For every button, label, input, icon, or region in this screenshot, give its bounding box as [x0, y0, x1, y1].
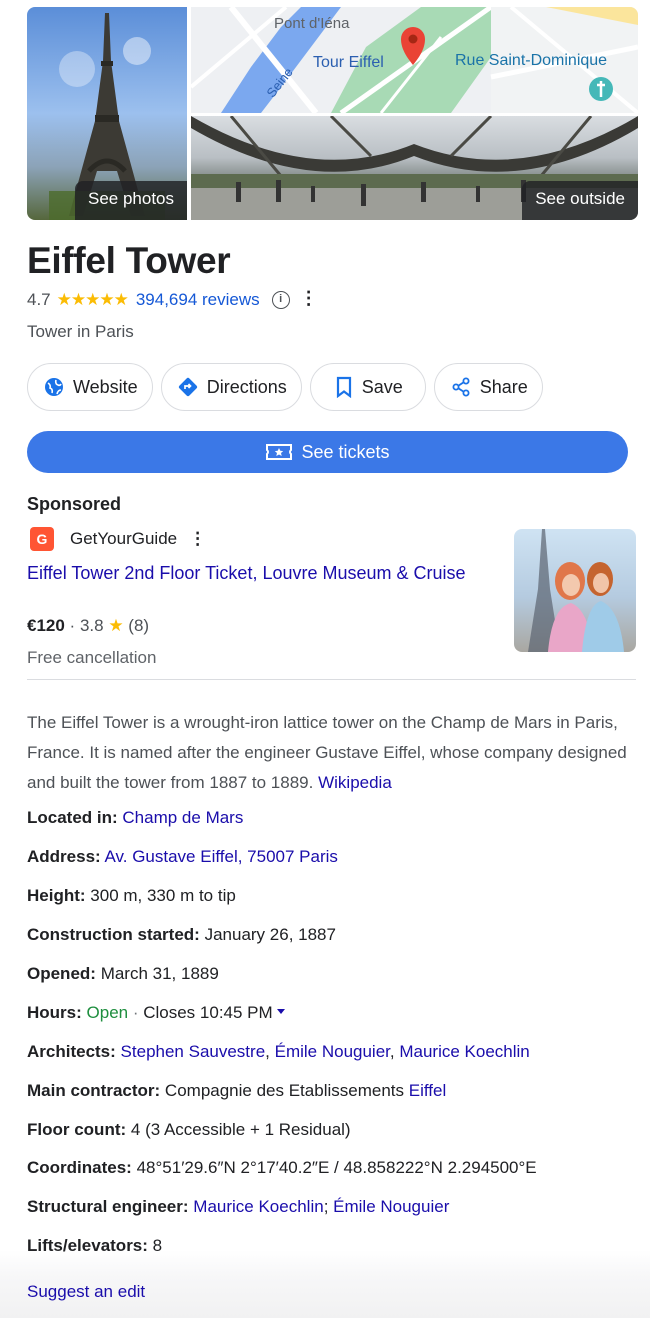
- address-link[interactable]: Av. Gustave Eiffel, 75007 Paris: [104, 847, 337, 866]
- share-icon: [452, 377, 470, 397]
- fact-label: Height:: [27, 885, 86, 905]
- facts-list: Located in: Champ de Mars Address: Av. G…: [27, 805, 637, 1272]
- ad-more-options-icon[interactable]: ⋮: [189, 529, 206, 549]
- directions-button[interactable]: Directions: [160, 363, 302, 411]
- ad-rating: 3.8: [79, 616, 104, 635]
- see-tickets-label: See tickets: [301, 441, 390, 462]
- directions-icon: [178, 377, 197, 397]
- fact-coordinates: Coordinates: 48°51′29.6″N 2°17′40.2″E / …: [27, 1155, 637, 1194]
- fact-label: Opened:: [27, 963, 96, 983]
- open-status: Open: [86, 1002, 129, 1022]
- fact-label: Structural engineer:: [27, 1197, 189, 1217]
- info-icon[interactable]: i: [271, 291, 290, 309]
- chevron-down-icon: [276, 1008, 285, 1014]
- ad-price-row: €120 · 3.8 ★ (8): [27, 616, 149, 636]
- description: The Eiffel Tower is a wrought-iron latti…: [27, 708, 627, 798]
- section-divider: [27, 679, 636, 680]
- hours-separator: ·: [128, 1002, 144, 1022]
- website-button[interactable]: Website: [27, 363, 153, 411]
- contractor-link[interactable]: Eiffel: [409, 1081, 447, 1100]
- fact-address: Address: Av. Gustave Eiffel, 75007 Paris: [27, 844, 637, 883]
- fact-label: Main contractor:: [27, 1080, 161, 1100]
- map-label-bridge: Pont d'Iéna: [274, 15, 350, 32]
- fact-label: Architects:: [27, 1041, 116, 1061]
- ticket-icon: [266, 444, 293, 460]
- hours-dropdown[interactable]: Closes 10:45 PM: [143, 1002, 285, 1022]
- outside-tile[interactable]: See outside: [191, 116, 638, 220]
- rating-row: 4.7 ★★★★★ 394,694 reviews i ⋮: [27, 289, 318, 311]
- ad-star-icon: ★: [108, 616, 124, 635]
- engineer-link[interactable]: Émile Nouguier: [333, 1197, 449, 1216]
- see-photos-label: See photos: [74, 181, 187, 220]
- list-separator: ;: [323, 1197, 334, 1217]
- fact-opened: Opened: March 31, 1889: [27, 961, 637, 1000]
- fact-height: Height: 300 m, 330 m to tip: [27, 883, 637, 922]
- place-title: Eiffel Tower: [27, 240, 231, 281]
- getyourguide-logo-icon: G: [30, 527, 54, 551]
- suggest-edit-link[interactable]: Suggest an edit: [27, 1282, 145, 1302]
- share-label: Share: [479, 376, 528, 397]
- share-button[interactable]: Share: [433, 363, 543, 411]
- fact-hours: Hours: Open · Closes 10:45 PM: [27, 1000, 637, 1039]
- action-chips: Website Directions Save Share: [27, 363, 543, 411]
- fact-located-in: Located in: Champ de Mars: [27, 805, 637, 844]
- fact-structural-engineer: Structural engineer: Maurice Koechlin; É…: [27, 1194, 637, 1233]
- list-separator: ,: [265, 1041, 275, 1061]
- rating-value: 4.7: [27, 290, 51, 309]
- fact-floor-count: Floor count: 4 (3 Accessible + 1 Residua…: [27, 1117, 637, 1156]
- architect-link[interactable]: Maurice Koechlin: [399, 1042, 529, 1061]
- more-options-icon[interactable]: ⋮: [300, 289, 318, 307]
- map-label-street: Rue Saint-Dominique: [455, 52, 608, 69]
- fact-label: Coordinates:: [27, 1158, 132, 1178]
- fact-value: Compagnie des Etablissements: [164, 1080, 404, 1100]
- fact-architects: Architects: Stephen Sauvestre, Émile Nou…: [27, 1039, 637, 1078]
- wikipedia-link[interactable]: Wikipedia: [318, 773, 392, 792]
- website-label: Website: [73, 376, 138, 397]
- fact-construction-started: Construction started: January 26, 1887: [27, 922, 637, 961]
- ad-separator: ·: [64, 616, 80, 635]
- rating-stars: ★★★★★: [56, 290, 129, 309]
- fact-value: 4 (3 Accessible + 1 Residual): [130, 1119, 351, 1139]
- fact-label: Construction started:: [27, 924, 200, 944]
- fact-label: Address:: [27, 846, 101, 866]
- save-button[interactable]: Save: [309, 363, 426, 411]
- image-gallery: See photos Pont d'Iéna Seine Tour Eiffel…: [27, 7, 638, 220]
- list-separator: ,: [389, 1041, 400, 1061]
- see-outside-label: See outside: [522, 181, 638, 220]
- fact-value: January 26, 1887: [204, 924, 336, 944]
- save-label: Save: [361, 376, 403, 397]
- place-category: Tower in Paris: [27, 322, 134, 341]
- ad-thumbnail-image: [528, 529, 624, 652]
- advertiser-row: G GetYourGuide ⋮: [30, 527, 206, 551]
- map-label-place: Tour Eiffel: [313, 54, 384, 71]
- sponsored-heading: Sponsored: [27, 494, 122, 514]
- architect-link[interactable]: Émile Nouguier: [275, 1042, 390, 1061]
- free-cancellation-text: Free cancellation: [27, 648, 157, 667]
- bookmark-icon: [336, 376, 351, 398]
- ad-review-count: (8): [128, 616, 150, 635]
- fact-label: Hours:: [27, 1002, 82, 1022]
- fact-label: Located in:: [27, 808, 118, 827]
- architect-link[interactable]: Stephen Sauvestre: [121, 1042, 266, 1061]
- directions-label: Directions: [206, 376, 287, 397]
- see-tickets-button[interactable]: See tickets: [27, 431, 628, 473]
- photos-tile[interactable]: See photos: [27, 7, 187, 220]
- fact-value: 300 m, 330 m to tip: [90, 885, 236, 905]
- ad-thumbnail[interactable]: [514, 529, 636, 652]
- reviews-link[interactable]: 394,694 reviews: [136, 290, 260, 310]
- closing-time: Closes 10:45 PM: [143, 1002, 273, 1022]
- fact-label: Floor count:: [27, 1119, 127, 1139]
- fact-value: 48°51′29.6″N 2°17′40.2″E / 48.858222°N 2…: [136, 1158, 537, 1178]
- advertiser-name: GetYourGuide: [70, 529, 178, 548]
- ad-title-link[interactable]: Eiffel Tower 2nd Floor Ticket, Louvre Mu…: [27, 561, 467, 585]
- fact-value: March 31, 1889: [100, 963, 219, 983]
- located-in-link[interactable]: Champ de Mars: [122, 808, 243, 827]
- ad-price: €120: [27, 616, 65, 635]
- fact-main-contractor: Main contractor: Compagnie des Etablisse…: [27, 1078, 637, 1117]
- globe-icon: [45, 378, 63, 396]
- map-tile[interactable]: Pont d'Iéna Seine Tour Eiffel Rue Saint-…: [191, 7, 638, 113]
- engineer-link[interactable]: Maurice Koechlin: [193, 1197, 323, 1216]
